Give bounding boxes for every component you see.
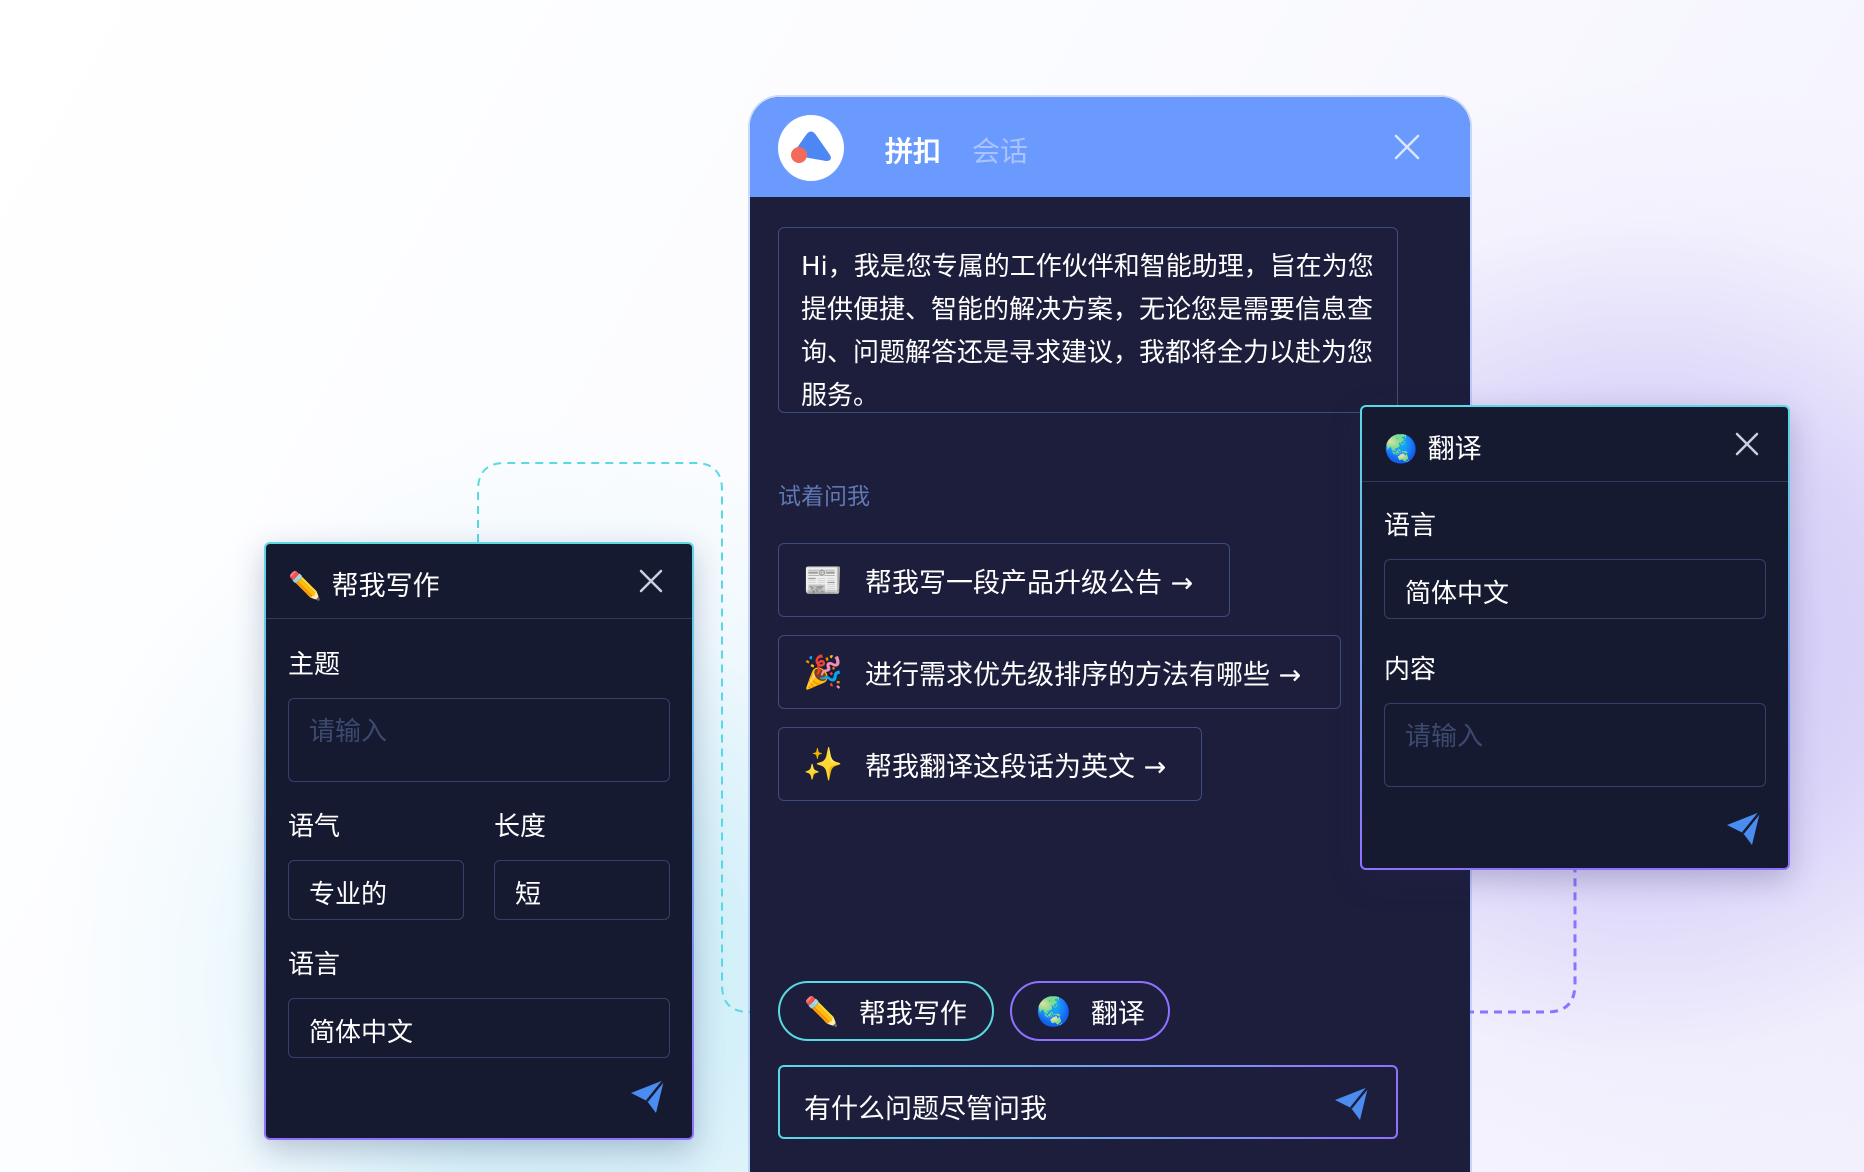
tone-label: 语气 [288,812,341,842]
newspaper-icon: 📰 [803,561,843,599]
globe-icon: 🌏 [1036,994,1071,1028]
tone-value: 专业的 [309,880,388,910]
suggestion-translate-english[interactable]: ✨ 帮我翻译这段话为英文 → [778,727,1202,801]
translate-panel: 🌏 翻译 语言 简体中文 内容 请输入 [1360,405,1790,870]
chat-input-placeholder: 有什么问题尽管问我 [804,1094,1047,1125]
panel-title-text: 翻译 [1427,434,1482,465]
length-value: 短 [515,880,542,910]
write-panel-title: ✏️ 帮我写作 [288,564,440,603]
suggestion-priority-methods[interactable]: 🎉 进行需求优先级排序的方法有哪些 → [778,635,1341,709]
topic-placeholder: 请输入 [309,717,388,747]
suggestion-product-announcement[interactable]: 📰 帮我写一段产品升级公告 → [778,543,1230,617]
length-select[interactable]: 短 [494,860,670,920]
chip-translate[interactable]: 🌏 翻译 [1010,981,1170,1041]
language-label: 语言 [1384,511,1437,541]
pencil-icon: ✏️ [288,571,322,602]
chip-label: 翻译 [1090,998,1145,1030]
topic-input[interactable]: 请输入 [288,698,670,782]
pencil-icon: ✏️ [804,994,839,1028]
language-label: 语言 [288,950,341,980]
tone-select[interactable]: 专业的 [288,860,464,920]
chat-header: 拼扣 会话 [750,97,1470,197]
write-panel-header: ✏️ 帮我写作 [266,544,692,619]
suggestion-label: 帮我写一段产品升级公告 → [865,567,1194,599]
send-icon[interactable] [1724,808,1764,848]
content-label: 内容 [1384,655,1437,685]
topic-label: 主题 [288,650,341,680]
try-asking-label: 试着问我 [778,484,870,510]
sparkles-icon: ✨ [803,745,843,783]
translate-panel-header: 🌏 翻译 [1362,407,1788,482]
close-icon[interactable] [1732,429,1762,459]
close-icon[interactable] [636,566,666,596]
tab-session[interactable]: 会话 [972,130,1028,170]
length-label: 长度 [494,812,547,842]
language-select[interactable]: 简体中文 [1384,559,1766,619]
send-icon[interactable] [1332,1083,1372,1123]
panel-title-text: 帮我写作 [331,571,440,602]
language-value: 简体中文 [309,1018,414,1048]
party-popper-icon: 🎉 [803,653,843,691]
content-placeholder: 请输入 [1405,722,1484,752]
globe-icon: 🌏 [1384,434,1418,465]
suggestion-label: 进行需求优先级排序的方法有哪些 → [865,659,1302,691]
content-input[interactable]: 请输入 [1384,703,1766,787]
greeting-message: Hi，我是您专属的工作伙伴和智能助理，旨在为您提供便捷、智能的解决方案，无论您是… [778,227,1398,413]
app-logo [778,115,844,181]
language-value: 简体中文 [1405,579,1510,609]
write-panel: ✏️ 帮我写作 主题 请输入 语气 长度 专业的 短 语言 简体中文 [264,542,694,1140]
close-icon[interactable] [1392,132,1422,162]
translate-panel-title: 🌏 翻译 [1384,427,1482,466]
chip-write[interactable]: ✏️ 帮我写作 [778,981,994,1041]
chat-input[interactable]: 有什么问题尽管问我 [778,1065,1398,1139]
send-icon[interactable] [628,1076,668,1116]
app-name: 拼扣 [885,135,942,168]
suggestion-label: 帮我翻译这段话为英文 → [865,751,1167,783]
language-select[interactable]: 简体中文 [288,998,670,1058]
chip-label: 帮我写作 [858,998,967,1030]
